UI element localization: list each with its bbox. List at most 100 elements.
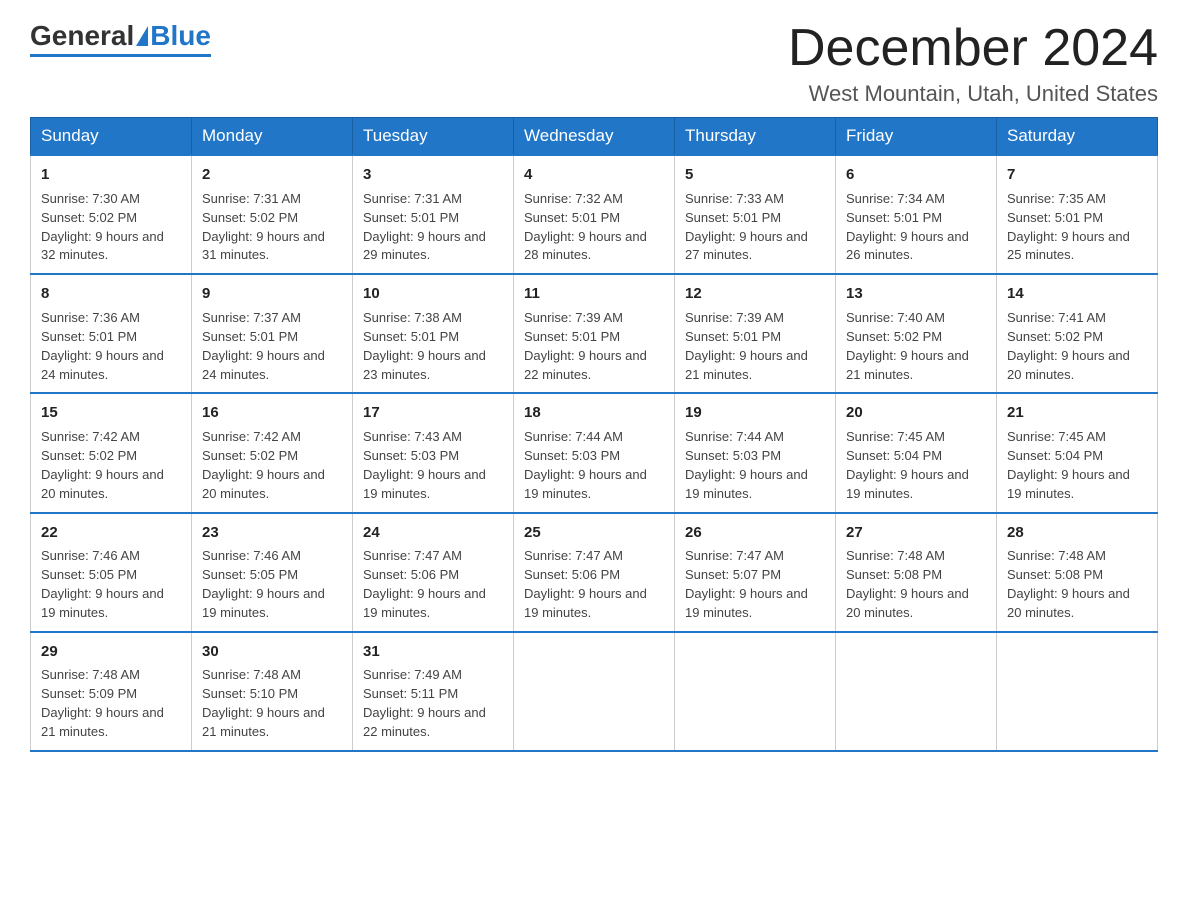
day-number: 22 — [41, 522, 181, 544]
day-of-week-header: Tuesday — [353, 118, 514, 156]
day-number: 3 — [363, 164, 503, 186]
calendar-cell: 2 Sunrise: 7:31 AMSunset: 5:02 PMDayligh… — [192, 155, 353, 274]
calendar-cell: 8 Sunrise: 7:36 AMSunset: 5:01 PMDayligh… — [31, 274, 192, 393]
day-details: Sunrise: 7:31 AMSunset: 5:01 PMDaylight:… — [363, 190, 503, 265]
logo-triangle-icon — [136, 26, 148, 46]
day-of-week-header: Friday — [836, 118, 997, 156]
calendar-cell: 7 Sunrise: 7:35 AMSunset: 5:01 PMDayligh… — [997, 155, 1158, 274]
day-details: Sunrise: 7:36 AMSunset: 5:01 PMDaylight:… — [41, 309, 181, 384]
calendar-cell: 14 Sunrise: 7:41 AMSunset: 5:02 PMDaylig… — [997, 274, 1158, 393]
day-details: Sunrise: 7:31 AMSunset: 5:02 PMDaylight:… — [202, 190, 342, 265]
day-details: Sunrise: 7:39 AMSunset: 5:01 PMDaylight:… — [685, 309, 825, 384]
day-number: 27 — [846, 522, 986, 544]
day-details: Sunrise: 7:45 AMSunset: 5:04 PMDaylight:… — [1007, 428, 1147, 503]
day-details: Sunrise: 7:42 AMSunset: 5:02 PMDaylight:… — [41, 428, 181, 503]
day-number: 19 — [685, 402, 825, 424]
day-number: 10 — [363, 283, 503, 305]
day-number: 6 — [846, 164, 986, 186]
calendar-cell: 12 Sunrise: 7:39 AMSunset: 5:01 PMDaylig… — [675, 274, 836, 393]
logo: General Blue — [30, 20, 211, 57]
day-details: Sunrise: 7:34 AMSunset: 5:01 PMDaylight:… — [846, 190, 986, 265]
calendar-cell — [675, 632, 836, 751]
day-number: 29 — [41, 641, 181, 663]
day-details: Sunrise: 7:37 AMSunset: 5:01 PMDaylight:… — [202, 309, 342, 384]
title-block: December 2024 West Mountain, Utah, Unite… — [788, 20, 1158, 107]
calendar-cell: 13 Sunrise: 7:40 AMSunset: 5:02 PMDaylig… — [836, 274, 997, 393]
day-number: 4 — [524, 164, 664, 186]
calendar-cell: 1 Sunrise: 7:30 AMSunset: 5:02 PMDayligh… — [31, 155, 192, 274]
day-of-week-header: Thursday — [675, 118, 836, 156]
calendar-cell: 23 Sunrise: 7:46 AMSunset: 5:05 PMDaylig… — [192, 513, 353, 632]
calendar-cell: 18 Sunrise: 7:44 AMSunset: 5:03 PMDaylig… — [514, 393, 675, 512]
calendar-cell: 16 Sunrise: 7:42 AMSunset: 5:02 PMDaylig… — [192, 393, 353, 512]
day-number: 25 — [524, 522, 664, 544]
calendar-cell: 3 Sunrise: 7:31 AMSunset: 5:01 PMDayligh… — [353, 155, 514, 274]
calendar-cell: 4 Sunrise: 7:32 AMSunset: 5:01 PMDayligh… — [514, 155, 675, 274]
days-of-week-row: SundayMondayTuesdayWednesdayThursdayFrid… — [31, 118, 1158, 156]
day-number: 28 — [1007, 522, 1147, 544]
day-number: 18 — [524, 402, 664, 424]
logo-blue-text: Blue — [150, 20, 211, 52]
day-details: Sunrise: 7:30 AMSunset: 5:02 PMDaylight:… — [41, 190, 181, 265]
day-details: Sunrise: 7:43 AMSunset: 5:03 PMDaylight:… — [363, 428, 503, 503]
calendar-cell: 28 Sunrise: 7:48 AMSunset: 5:08 PMDaylig… — [997, 513, 1158, 632]
day-details: Sunrise: 7:49 AMSunset: 5:11 PMDaylight:… — [363, 666, 503, 741]
day-details: Sunrise: 7:38 AMSunset: 5:01 PMDaylight:… — [363, 309, 503, 384]
logo-underline — [30, 54, 211, 57]
calendar-cell: 5 Sunrise: 7:33 AMSunset: 5:01 PMDayligh… — [675, 155, 836, 274]
day-number: 31 — [363, 641, 503, 663]
day-number: 14 — [1007, 283, 1147, 305]
calendar-cell: 11 Sunrise: 7:39 AMSunset: 5:01 PMDaylig… — [514, 274, 675, 393]
day-details: Sunrise: 7:47 AMSunset: 5:07 PMDaylight:… — [685, 547, 825, 622]
day-number: 5 — [685, 164, 825, 186]
calendar-cell: 30 Sunrise: 7:48 AMSunset: 5:10 PMDaylig… — [192, 632, 353, 751]
calendar-week-row: 8 Sunrise: 7:36 AMSunset: 5:01 PMDayligh… — [31, 274, 1158, 393]
day-number: 1 — [41, 164, 181, 186]
calendar-cell: 29 Sunrise: 7:48 AMSunset: 5:09 PMDaylig… — [31, 632, 192, 751]
day-number: 11 — [524, 283, 664, 305]
day-of-week-header: Sunday — [31, 118, 192, 156]
day-details: Sunrise: 7:48 AMSunset: 5:08 PMDaylight:… — [1007, 547, 1147, 622]
calendar-week-row: 15 Sunrise: 7:42 AMSunset: 5:02 PMDaylig… — [31, 393, 1158, 512]
day-details: Sunrise: 7:48 AMSunset: 5:10 PMDaylight:… — [202, 666, 342, 741]
day-number: 21 — [1007, 402, 1147, 424]
month-title: December 2024 — [788, 20, 1158, 77]
day-details: Sunrise: 7:46 AMSunset: 5:05 PMDaylight:… — [41, 547, 181, 622]
calendar-cell: 26 Sunrise: 7:47 AMSunset: 5:07 PMDaylig… — [675, 513, 836, 632]
day-number: 16 — [202, 402, 342, 424]
calendar-week-row: 22 Sunrise: 7:46 AMSunset: 5:05 PMDaylig… — [31, 513, 1158, 632]
calendar-cell: 31 Sunrise: 7:49 AMSunset: 5:11 PMDaylig… — [353, 632, 514, 751]
day-number: 15 — [41, 402, 181, 424]
calendar-cell — [836, 632, 997, 751]
calendar-cell: 6 Sunrise: 7:34 AMSunset: 5:01 PMDayligh… — [836, 155, 997, 274]
day-number: 20 — [846, 402, 986, 424]
day-details: Sunrise: 7:42 AMSunset: 5:02 PMDaylight:… — [202, 428, 342, 503]
calendar-cell — [997, 632, 1158, 751]
calendar-cell: 17 Sunrise: 7:43 AMSunset: 5:03 PMDaylig… — [353, 393, 514, 512]
day-number: 9 — [202, 283, 342, 305]
calendar-cell: 19 Sunrise: 7:44 AMSunset: 5:03 PMDaylig… — [675, 393, 836, 512]
day-details: Sunrise: 7:32 AMSunset: 5:01 PMDaylight:… — [524, 190, 664, 265]
day-of-week-header: Saturday — [997, 118, 1158, 156]
day-details: Sunrise: 7:44 AMSunset: 5:03 PMDaylight:… — [524, 428, 664, 503]
day-details: Sunrise: 7:35 AMSunset: 5:01 PMDaylight:… — [1007, 190, 1147, 265]
calendar-cell: 10 Sunrise: 7:38 AMSunset: 5:01 PMDaylig… — [353, 274, 514, 393]
day-details: Sunrise: 7:46 AMSunset: 5:05 PMDaylight:… — [202, 547, 342, 622]
day-details: Sunrise: 7:44 AMSunset: 5:03 PMDaylight:… — [685, 428, 825, 503]
day-number: 8 — [41, 283, 181, 305]
day-number: 12 — [685, 283, 825, 305]
calendar-cell: 20 Sunrise: 7:45 AMSunset: 5:04 PMDaylig… — [836, 393, 997, 512]
day-details: Sunrise: 7:45 AMSunset: 5:04 PMDaylight:… — [846, 428, 986, 503]
calendar-cell: 22 Sunrise: 7:46 AMSunset: 5:05 PMDaylig… — [31, 513, 192, 632]
calendar-cell — [514, 632, 675, 751]
calendar-cell: 21 Sunrise: 7:45 AMSunset: 5:04 PMDaylig… — [997, 393, 1158, 512]
calendar-week-row: 1 Sunrise: 7:30 AMSunset: 5:02 PMDayligh… — [31, 155, 1158, 274]
day-details: Sunrise: 7:47 AMSunset: 5:06 PMDaylight:… — [363, 547, 503, 622]
day-number: 13 — [846, 283, 986, 305]
calendar-cell: 9 Sunrise: 7:37 AMSunset: 5:01 PMDayligh… — [192, 274, 353, 393]
calendar-cell: 15 Sunrise: 7:42 AMSunset: 5:02 PMDaylig… — [31, 393, 192, 512]
calendar-cell: 27 Sunrise: 7:48 AMSunset: 5:08 PMDaylig… — [836, 513, 997, 632]
calendar-week-row: 29 Sunrise: 7:48 AMSunset: 5:09 PMDaylig… — [31, 632, 1158, 751]
day-details: Sunrise: 7:40 AMSunset: 5:02 PMDaylight:… — [846, 309, 986, 384]
day-number: 17 — [363, 402, 503, 424]
